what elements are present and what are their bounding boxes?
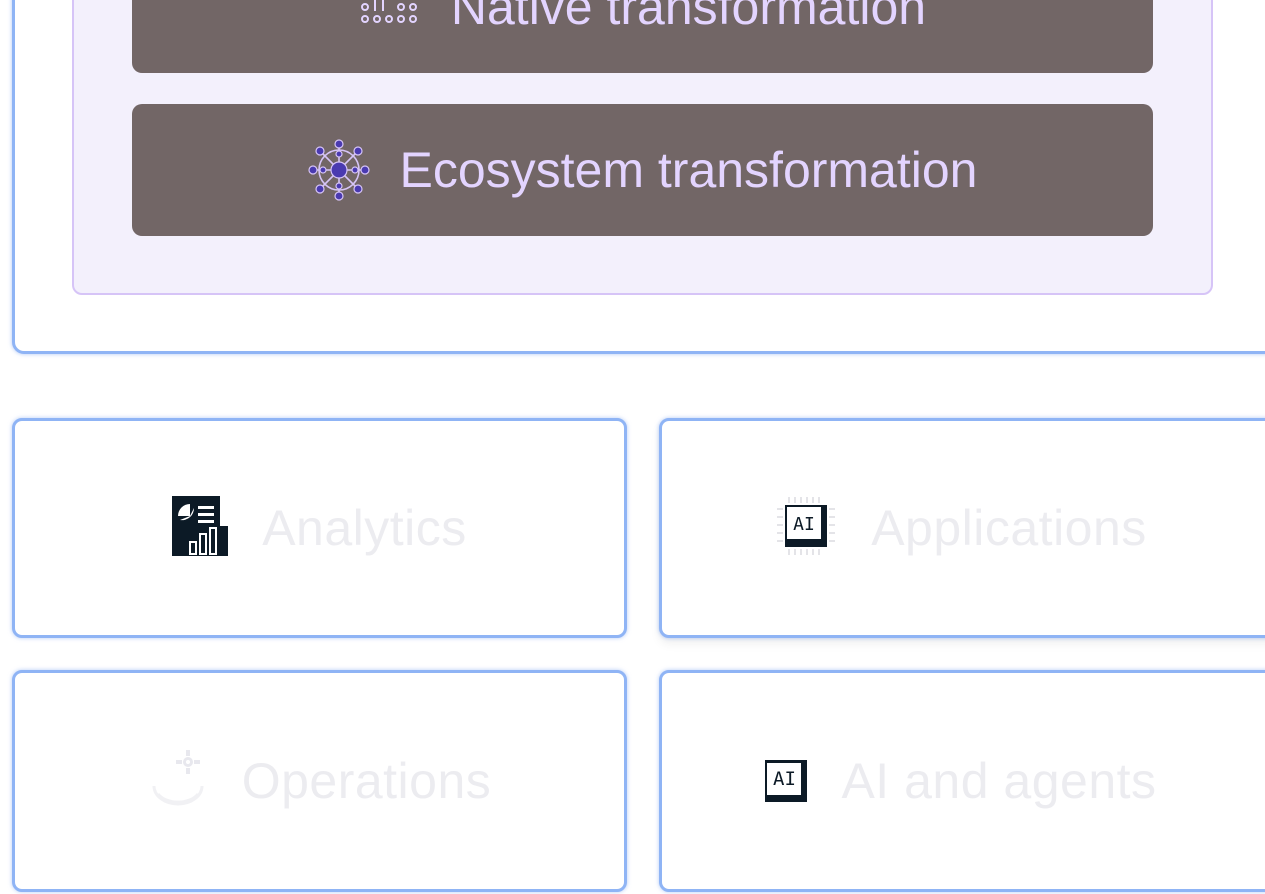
ecosystem-transformation-button[interactable]: Ecosystem transformation: [132, 104, 1153, 236]
category-card-operations[interactable]: Operations: [12, 670, 627, 892]
category-card-ai-and-agents[interactable]: AI AI and agents: [659, 670, 1265, 892]
category-card-analytics[interactable]: Analytics: [12, 418, 627, 638]
category-label-applications: Applications: [871, 500, 1147, 556]
category-label-ai-and-agents: AI and agents: [841, 753, 1157, 809]
analytics-report-icon: [172, 495, 229, 561]
native-transformation-button[interactable]: Native transformation: [132, 0, 1153, 73]
circuit-pins-icon: [359, 0, 421, 27]
stage: Native transformation Ecosystem transfor…: [0, 0, 1265, 894]
ai-chip-icon: AI: [765, 760, 808, 802]
ai-chip-text: AI: [767, 763, 802, 795]
ai-chip-icon: AI: [775, 495, 837, 562]
category-label-analytics: Analytics: [262, 500, 467, 556]
network-nodes-icon: [307, 139, 370, 201]
category-label-operations: Operations: [241, 753, 492, 809]
native-transformation-label: Native transformation: [450, 0, 927, 35]
ai-chip-text: AI: [793, 514, 815, 535]
category-card-applications[interactable]: AI Applications: [659, 418, 1265, 638]
ecosystem-transformation-label: Ecosystem transformation: [399, 142, 978, 198]
operations-gear-icon: [148, 746, 208, 817]
